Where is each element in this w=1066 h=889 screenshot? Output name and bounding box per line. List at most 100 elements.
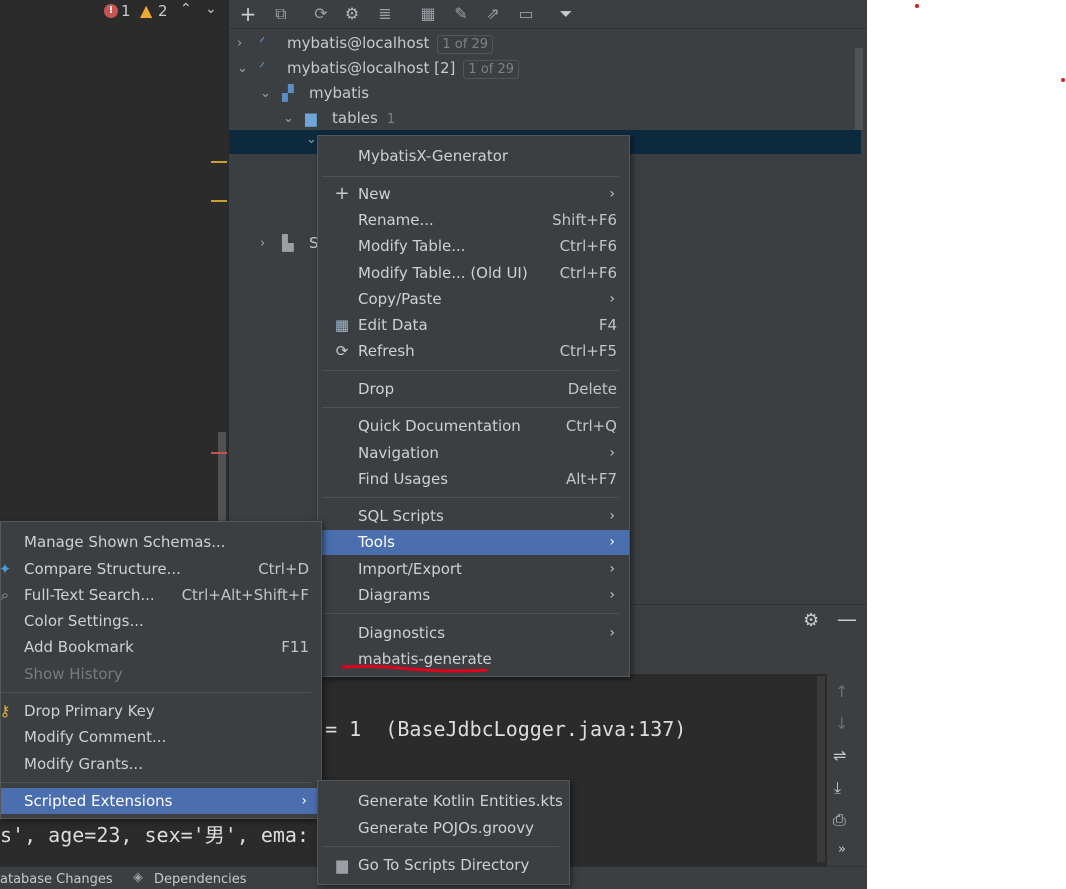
console-line: s', age=23, sex='男', ema: — [0, 818, 322, 852]
menu-separator — [322, 497, 619, 498]
background-area — [867, 0, 1066, 888]
chevron-right-icon: › — [609, 186, 615, 202]
folder-icon: ▆ — [336, 856, 348, 874]
chevron-right-icon: › — [301, 793, 307, 809]
filter-icon[interactable]: ⏷ — [555, 3, 577, 25]
console-sidebar: ↑ ↓ ⇌ ⤓ ⎙ » — [827, 674, 867, 866]
tab-dependencies[interactable]: Dependencies — [154, 872, 247, 887]
db-toolbar: + ⧉ ⟳ ⚙ ≣ ▦ ✎ ⇗ ▭ ⏷ — [229, 0, 867, 29]
error-icon: ! — [104, 4, 118, 18]
menu-item-quick-documentation[interactable]: Quick Documentation Ctrl+Q — [318, 413, 629, 439]
menu-item-drop[interactable]: Drop Delete — [318, 376, 629, 402]
database-icon[interactable]: ≣ — [374, 3, 396, 25]
menu-item-drop-primary-key[interactable]: ⚷ Drop Primary Key — [0, 698, 321, 724]
menu-item-diagrams[interactable]: Diagrams › — [318, 582, 629, 608]
menu-item-import-export[interactable]: Import/Export › — [318, 556, 629, 582]
table-icon: ▦ — [334, 316, 350, 334]
menu-item-modify-comment[interactable]: Modify Comment... — [1, 724, 321, 750]
menu-item-copy-paste[interactable]: Copy/Paste › — [318, 286, 629, 312]
tables-label: tables 1 — [332, 109, 396, 127]
jump-icon[interactable]: ⇗ — [482, 3, 504, 25]
plus-icon: + — [334, 183, 350, 204]
menu-item-navigation[interactable]: Navigation › — [318, 440, 629, 466]
editor-scrollbar[interactable] — [218, 432, 226, 522]
menu-item-sql-scripts[interactable]: SQL Scripts › — [318, 503, 629, 529]
menu-item-diagnostics[interactable]: Diagnostics › — [318, 620, 629, 646]
menu-item-full-text-search[interactable]: ⌕ Full-Text Search... Ctrl+Alt+Shift+F — [1, 582, 321, 608]
tree-scrollbar[interactable] — [855, 48, 863, 130]
query-console-icon[interactable]: ▭ — [515, 3, 537, 25]
schema-label: mybatis — [309, 84, 370, 102]
minimize-icon[interactable]: — — [837, 607, 857, 631]
chevron-down-icon: ⌄ — [283, 111, 294, 126]
search-icon: ⌕ — [0, 586, 10, 604]
menu-item-mybatisx-generator[interactable]: MybatisX-Generator — [318, 143, 629, 169]
annotation-dot — [915, 4, 919, 8]
mysql-icon: ᐟ — [259, 34, 266, 52]
marker-line — [211, 200, 227, 202]
menu-item-scripted-extensions[interactable]: Scripted Extensions › — [1, 788, 321, 814]
chevron-down-icon: ⌄ — [260, 86, 271, 101]
edit-icon[interactable]: ✎ — [450, 3, 472, 25]
scroll-to-end-icon[interactable]: ⤓ — [834, 778, 841, 798]
menu-item-edit-data[interactable]: ▦ Edit Data F4 — [318, 312, 629, 338]
tables-count: 1 — [386, 112, 396, 127]
menu-item-show-history[interactable]: Show History — [1, 661, 321, 687]
soft-wrap-icon[interactable]: ⇌ — [833, 746, 846, 765]
refresh-icon[interactable]: ⟳ — [310, 3, 332, 25]
server-objects-icon: ▙ — [282, 234, 294, 252]
duplicate-icon[interactable]: ⧉ — [270, 3, 292, 25]
menu-item-manage-schemas[interactable]: Manage Shown Schemas... — [1, 529, 321, 555]
menu-item-compare-structure[interactable]: ✦ Compare Structure... Ctrl+D — [0, 556, 321, 582]
menu-item-tools[interactable]: Tools › — [318, 530, 629, 555]
schema-sync-icon[interactable]: ⚙ — [341, 3, 363, 25]
chevron-right-icon: › — [609, 587, 615, 603]
menu-item-generate-kotlin[interactable]: Generate Kotlin Entities.kts — [318, 788, 569, 814]
menu-item-modify-grants[interactable]: Modify Grants... — [1, 751, 321, 777]
menu-item-color-settings[interactable]: Color Settings... — [1, 608, 321, 634]
menu-item-modify-table[interactable]: Modify Table... Ctrl+F6 — [318, 233, 629, 259]
menu-separator — [1, 782, 311, 783]
menu-item-modify-table-old[interactable]: Modify Table... (Old UI) Ctrl+F6 — [318, 260, 629, 286]
menu-item-find-usages[interactable]: Find Usages Alt+F7 — [318, 466, 629, 492]
menu-item-generate-pojos[interactable]: Generate POJOs.groovy — [318, 815, 569, 841]
gear-icon[interactable]: ⚙ — [803, 610, 819, 631]
previous-highlight-icon[interactable]: ⌃ — [180, 1, 192, 17]
menu-separator — [322, 407, 619, 408]
menu-item-rename[interactable]: Rename... Shift+F6 — [318, 207, 629, 233]
refresh-icon: ⟳ — [335, 342, 349, 360]
mysql-icon: ᐟ — [259, 59, 266, 77]
menu-item-add-bookmark[interactable]: Add Bookmark F11 — [1, 634, 321, 660]
folder-icon: ▆ — [305, 109, 317, 127]
chevron-right-icon: › — [609, 508, 615, 524]
session-badge: 1 of 29 — [437, 35, 494, 54]
chevron-down-icon: ⌄ — [237, 61, 248, 76]
chevron-right-icon: › — [609, 534, 615, 550]
menu-item-new[interactable]: + New › — [318, 181, 629, 207]
scripts-submenu: Generate Kotlin Entities.kts Generate PO… — [317, 780, 570, 885]
warning-icon: ▲ — [140, 1, 153, 20]
more-icon[interactable]: » — [838, 842, 846, 857]
error-marker — [211, 452, 227, 454]
menu-separator — [322, 176, 619, 177]
error-count: 1 — [121, 2, 131, 20]
compare-icon: ✦ — [0, 560, 12, 578]
table-icon[interactable]: ▦ — [417, 3, 439, 25]
red-underline-annotation — [341, 665, 489, 673]
add-icon[interactable]: + — [237, 3, 259, 25]
chevron-down-icon: ⌄ — [306, 132, 317, 147]
print-icon[interactable]: ⎙ — [833, 810, 846, 830]
datasource-label: mybatis@localhost [2] 1 of 29 — [287, 56, 520, 81]
warning-count: 2 — [158, 2, 168, 20]
console-scrollbar[interactable] — [817, 676, 825, 862]
console-line: d = 1 (BaseJdbcLogger.java:137) — [301, 717, 687, 741]
menu-item-go-to-scripts-directory[interactable]: ▆ Go To Scripts Directory — [318, 852, 569, 878]
marker-line — [211, 161, 227, 163]
menu-separator — [1, 692, 311, 693]
next-highlight-icon[interactable]: ⌄ — [205, 1, 217, 17]
arrow-up-icon[interactable]: ↑ — [835, 682, 848, 701]
arrow-down-icon[interactable]: ↓ — [835, 714, 848, 733]
tab-database-changes[interactable]: atabase Changes — [0, 872, 113, 887]
menu-item-refresh[interactable]: ⟳ Refresh Ctrl+F5 — [318, 338, 629, 364]
chevron-right-icon: › — [260, 236, 266, 251]
